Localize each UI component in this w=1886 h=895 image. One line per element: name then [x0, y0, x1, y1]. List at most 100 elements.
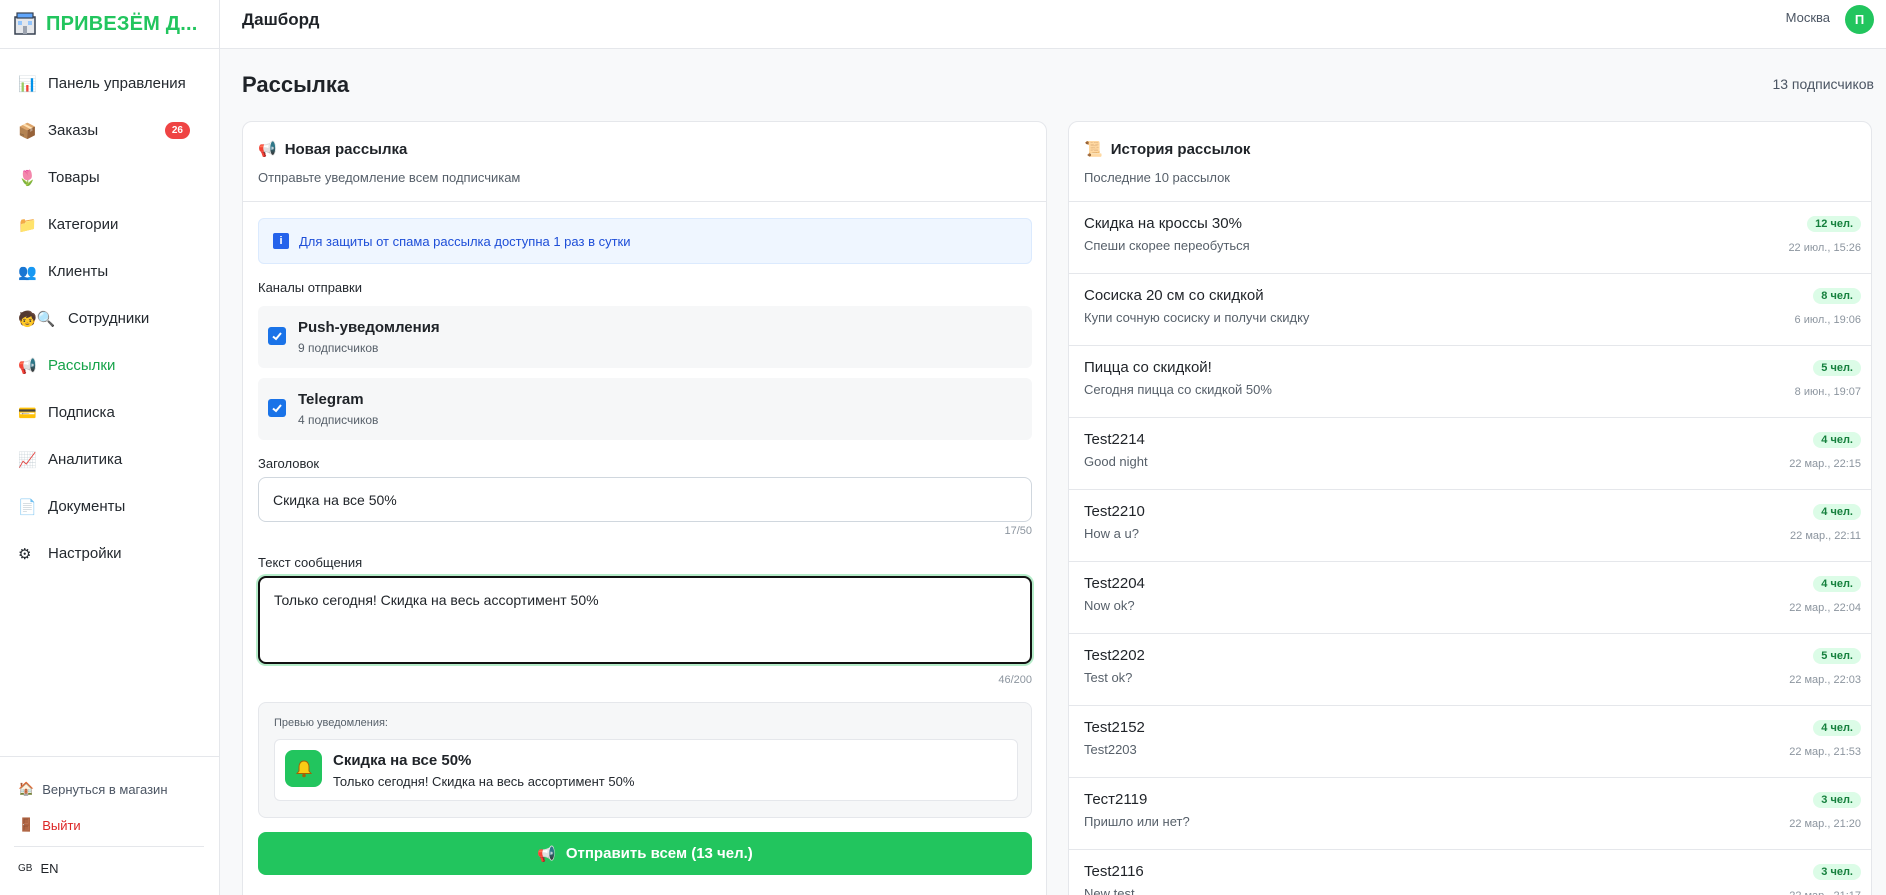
- package-icon: 📦: [18, 122, 37, 140]
- sidebar-item-mailings[interactable]: 📢 Рассылки: [0, 342, 220, 389]
- message-counter: 46/200: [998, 674, 1032, 686]
- history-item-date: 22 июл., 15:26: [1788, 242, 1861, 254]
- preview-message: Только сегодня! Скидка на весь ассортиме…: [333, 774, 635, 789]
- sidebar-item-label: Рассылки: [48, 357, 116, 374]
- sidebar-item-label: Настройки: [48, 545, 122, 562]
- sidebar-nav: 📊 Панель управления 📦 Заказы 26 🌷 Товары…: [0, 60, 220, 577]
- history-item-message: Пришло или нет?: [1084, 814, 1190, 829]
- history-item-date: 22 мар., 21:20: [1789, 818, 1861, 830]
- list-item[interactable]: Test2152 Test2203 4 чел. 22 мар., 21:53: [1069, 706, 1871, 778]
- channel-count: 4 подписчиков: [298, 413, 379, 427]
- language-label: EN: [40, 861, 59, 876]
- history-item-date: 8 июн., 19:07: [1794, 386, 1861, 398]
- recipients-badge: 8 чел.: [1813, 288, 1861, 304]
- push-checkbox[interactable]: [268, 327, 286, 345]
- sidebar-item-label: Сотрудники: [68, 310, 150, 327]
- topbar-title: Дашборд: [242, 10, 320, 29]
- logout-label: Выйти: [42, 817, 81, 833]
- history-list: Скидка на кроссы 30% Спеши скорее переобу…: [1069, 202, 1871, 895]
- sidebar-item-analytics[interactable]: 📈 Аналитика: [0, 436, 220, 483]
- history-item-title: Test2152: [1084, 719, 1145, 736]
- recipients-badge: 4 чел.: [1813, 432, 1861, 448]
- message-textarea[interactable]: Только сегодня! Скидка на весь ассортиме…: [258, 576, 1032, 664]
- sidebar-item-label: Клиенты: [48, 263, 109, 280]
- history-item-message: Test2203: [1084, 742, 1137, 757]
- list-item[interactable]: Test2214 Good night 4 чел. 22 мар., 22:15: [1069, 418, 1871, 490]
- card-header: 📢 Новая рассылка Отправьте уведомление в…: [243, 122, 1046, 202]
- history-item-title: Test2202: [1084, 647, 1145, 664]
- sidebar-item-settings[interactable]: ⚙ Настройки: [0, 530, 220, 577]
- list-item[interactable]: Пицца со скидкой! Сегодня пицца со скидко…: [1069, 346, 1871, 418]
- history-item-date: 22 мар., 22:15: [1789, 458, 1861, 470]
- history-item-message: How a u?: [1084, 526, 1139, 541]
- document-icon: 📄: [18, 498, 37, 516]
- telegram-checkbox[interactable]: [268, 399, 286, 417]
- title-input[interactable]: Скидка на все 50%: [258, 477, 1032, 522]
- list-item[interactable]: Test2204 Now ok? 4 чел. 22 мар., 22:04: [1069, 562, 1871, 634]
- history-item-message: Сегодня пицца со скидкой 50%: [1084, 382, 1272, 397]
- list-item[interactable]: Скидка на кроссы 30% Спеши скорее переобу…: [1069, 202, 1871, 274]
- new-mailing-card: 📢 Новая рассылка Отправьте уведомление в…: [242, 121, 1047, 895]
- sidebar-item-label: Заказы: [48, 122, 99, 139]
- history-item-date: 22 мар., 22:04: [1789, 602, 1861, 614]
- history-item-title: Test2210: [1084, 503, 1145, 520]
- back-to-store-label: Вернуться в магазин: [42, 781, 168, 797]
- title-label: Заголовок: [258, 456, 320, 471]
- recipients-badge: 3 чел.: [1813, 864, 1861, 880]
- sidebar-item-categories[interactable]: 📁 Категории: [0, 201, 220, 248]
- megaphone-icon: 📢: [537, 845, 556, 863]
- sidebar-item-staff[interactable]: 🧒🔍 Сотрудники: [0, 295, 220, 342]
- recipients-badge: 4 чел.: [1813, 504, 1861, 520]
- preview-notification: Скидка на все 50% Только сегодня! Скидка…: [274, 739, 1018, 801]
- sidebar-item-label: Панель управления: [48, 75, 186, 92]
- notification-preview: Превью уведомления: Скидка на все 50% То…: [258, 702, 1032, 818]
- history-item-date: 6 июл., 19:06: [1794, 314, 1861, 326]
- send-all-button[interactable]: 📢 Отправить всем (13 чел.): [258, 832, 1032, 875]
- card-header: 📜 История рассылок Последние 10 рассылок: [1069, 122, 1871, 202]
- staff-icon: 🧒🔍: [18, 310, 56, 328]
- home-icon: 🏠: [18, 781, 35, 796]
- history-item-title: Сосиска 20 см со скидкой: [1084, 287, 1264, 304]
- sidebar-item-orders[interactable]: 📦 Заказы 26: [0, 107, 220, 154]
- history-item-message: Test ok?: [1084, 670, 1133, 685]
- back-to-store-link[interactable]: 🏠 Вернуться в магазин: [18, 781, 168, 797]
- sidebar-item-documents[interactable]: 📄 Документы: [0, 483, 220, 530]
- channel-name: Telegram: [298, 391, 364, 408]
- history-item-title: Test2204: [1084, 575, 1145, 592]
- history-item-message: Now ok?: [1084, 598, 1135, 613]
- sidebar-item-subscription[interactable]: 💳 Подписка: [0, 389, 220, 436]
- recipients-badge: 12 чел.: [1807, 216, 1861, 232]
- info-icon: i: [273, 233, 289, 249]
- list-item[interactable]: Тест2119 Пришло или нет? 3 чел. 22 мар., 21…: [1069, 778, 1871, 850]
- card-subtitle: Последние 10 рассылок: [1084, 170, 1230, 185]
- gear-icon: ⚙: [18, 545, 32, 563]
- preview-label: Превью уведомления:: [274, 717, 388, 729]
- avatar[interactable]: П: [1845, 5, 1874, 34]
- divider: [0, 48, 220, 49]
- logout-button[interactable]: 🚪 Выйти: [18, 817, 81, 833]
- card-title: 📢 Новая рассылка: [258, 140, 407, 159]
- sidebar-item-clients[interactable]: 👥 Клиенты: [0, 248, 220, 295]
- channel-telegram[interactable]: Telegram 4 подписчиков: [258, 378, 1032, 440]
- bar-chart-icon: 📊: [18, 75, 37, 93]
- sidebar-item-label: Категории: [48, 216, 119, 233]
- topbar: Дашборд Москва П: [220, 0, 1886, 49]
- channels-label: Каналы отправки: [258, 280, 363, 295]
- store-icon: [12, 11, 38, 37]
- scroll-icon: 📜: [1084, 141, 1103, 158]
- city-selector[interactable]: Москва: [1786, 10, 1830, 25]
- list-item[interactable]: Test2116 New test 3 чел. 22 мар., 21:17: [1069, 850, 1871, 895]
- sidebar-item-dashboard[interactable]: 📊 Панель управления: [0, 60, 220, 107]
- users-icon: 👥: [18, 263, 37, 281]
- channel-push[interactable]: Push-уведомления 9 подписчиков: [258, 306, 1032, 368]
- card-subtitle: Отправьте уведомление всем подписчикам: [258, 170, 521, 185]
- sidebar-item-label: Подписка: [48, 404, 115, 421]
- sidebar-item-products[interactable]: 🌷 Товары: [0, 154, 220, 201]
- list-item[interactable]: Test2202 Test ok? 5 чел. 22 мар., 22:03: [1069, 634, 1871, 706]
- brand-logo[interactable]: ПРИВЕЗЁМ Д...: [12, 6, 212, 42]
- list-item[interactable]: Сосиска 20 см со скидкой Купи сочную соси…: [1069, 274, 1871, 346]
- bell-icon: [285, 750, 322, 787]
- list-item[interactable]: Test2210 How a u? 4 чел. 22 мар., 22:11: [1069, 490, 1871, 562]
- language-switcher[interactable]: GB EN: [18, 861, 59, 876]
- message-label: Текст сообщения: [258, 555, 363, 570]
